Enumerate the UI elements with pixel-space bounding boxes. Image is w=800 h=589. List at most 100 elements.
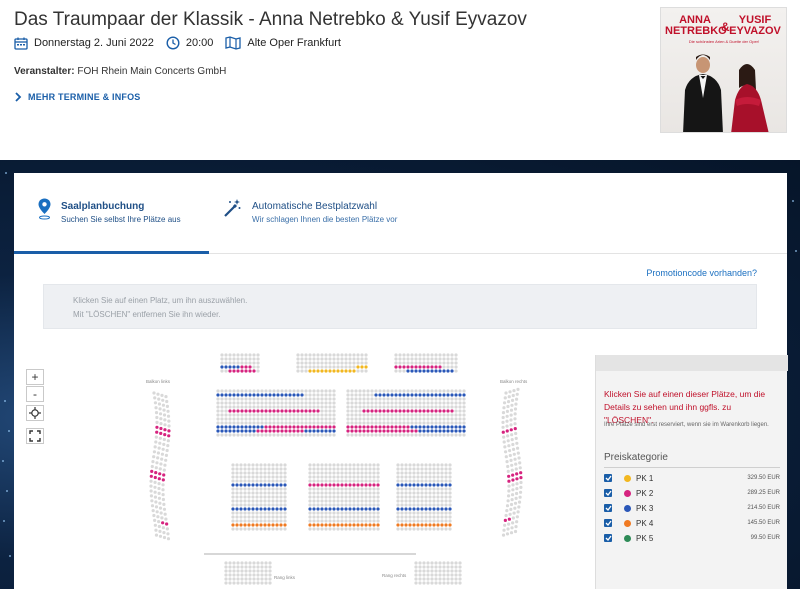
seat[interactable] (243, 463, 247, 467)
seat[interactable] (316, 413, 320, 417)
seat[interactable] (320, 421, 324, 425)
seat[interactable] (511, 393, 515, 398)
seat[interactable] (251, 499, 255, 503)
seat[interactable] (436, 511, 440, 515)
seat[interactable] (414, 573, 418, 577)
seat[interactable] (304, 401, 308, 405)
seat[interactable] (279, 491, 283, 495)
seat[interactable] (275, 519, 279, 523)
seat[interactable] (400, 479, 404, 483)
seat[interactable] (252, 353, 256, 357)
seat[interactable] (240, 577, 244, 581)
seat[interactable] (308, 433, 312, 437)
seat[interactable] (292, 417, 296, 421)
seat[interactable] (268, 561, 272, 565)
seat[interactable] (308, 421, 312, 425)
seat[interactable] (356, 507, 360, 511)
seat[interactable] (240, 361, 244, 365)
seat[interactable] (416, 499, 420, 503)
seat[interactable] (408, 519, 412, 523)
seat[interactable] (300, 397, 304, 401)
seat[interactable] (256, 409, 260, 413)
seat[interactable] (216, 397, 220, 401)
seat[interactable] (272, 389, 276, 393)
seat[interactable] (354, 421, 358, 425)
seat[interactable] (220, 433, 224, 437)
seat[interactable] (308, 393, 312, 397)
seat[interactable] (162, 473, 166, 477)
seat[interactable] (267, 503, 271, 507)
seat[interactable] (454, 425, 458, 429)
seat[interactable] (158, 441, 162, 445)
seat[interactable] (505, 504, 510, 508)
seat[interactable] (336, 503, 340, 507)
seat[interactable] (268, 405, 272, 409)
seat[interactable] (400, 463, 404, 467)
seat[interactable] (418, 413, 422, 417)
seat[interactable] (240, 581, 244, 585)
seat[interactable] (296, 393, 300, 397)
seat[interactable] (292, 401, 296, 405)
seat[interactable] (410, 401, 414, 405)
seat[interactable] (362, 401, 366, 405)
seat[interactable] (446, 421, 450, 425)
seat[interactable] (358, 417, 362, 421)
seat[interactable] (232, 397, 236, 401)
seat[interactable] (356, 471, 360, 475)
seat[interactable] (432, 475, 436, 479)
seat[interactable] (324, 499, 328, 503)
seat[interactable] (255, 499, 259, 503)
seat[interactable] (304, 389, 308, 393)
seat[interactable] (408, 471, 412, 475)
seat[interactable] (424, 499, 428, 503)
seat[interactable] (308, 467, 312, 471)
seat[interactable] (161, 478, 165, 482)
seat[interactable] (430, 569, 434, 573)
seat[interactable] (434, 577, 438, 581)
seat[interactable] (444, 475, 448, 479)
seat[interactable] (404, 523, 408, 527)
seat[interactable] (324, 397, 328, 401)
seat[interactable] (510, 398, 515, 402)
seat[interactable] (247, 523, 251, 527)
seat[interactable] (406, 397, 410, 401)
seat[interactable] (378, 425, 382, 429)
seat[interactable] (247, 491, 251, 495)
seat[interactable] (436, 463, 440, 467)
seat[interactable] (151, 509, 155, 513)
seat[interactable] (412, 515, 416, 519)
seat[interactable] (364, 475, 368, 479)
seat[interactable] (400, 503, 404, 507)
seat[interactable] (454, 433, 458, 437)
seat[interactable] (259, 495, 263, 499)
seat[interactable] (348, 491, 352, 495)
seat[interactable] (358, 405, 362, 409)
seat[interactable] (352, 471, 356, 475)
seat[interactable] (283, 519, 287, 523)
seat[interactable] (444, 467, 448, 471)
seat[interactable] (438, 361, 442, 365)
seat[interactable] (402, 433, 406, 437)
seat[interactable] (284, 393, 288, 397)
seat[interactable] (366, 389, 370, 393)
seat[interactable] (284, 397, 288, 401)
seat[interactable] (283, 491, 287, 495)
seat[interactable] (163, 463, 167, 467)
seat[interactable] (276, 425, 280, 429)
seat[interactable] (256, 561, 260, 565)
seat[interactable] (458, 561, 462, 565)
seat[interactable] (316, 393, 320, 397)
seat[interactable] (320, 425, 324, 429)
seat[interactable] (283, 479, 287, 483)
seat[interactable] (155, 461, 159, 465)
seat[interactable] (216, 433, 220, 437)
seat[interactable] (308, 527, 312, 531)
seat[interactable] (276, 413, 280, 417)
seat[interactable] (514, 491, 519, 496)
seat[interactable] (426, 409, 430, 413)
seat[interactable] (454, 577, 458, 581)
seat[interactable] (362, 417, 366, 421)
seat[interactable] (228, 393, 232, 397)
seat[interactable] (308, 499, 312, 503)
seat[interactable] (372, 519, 376, 523)
